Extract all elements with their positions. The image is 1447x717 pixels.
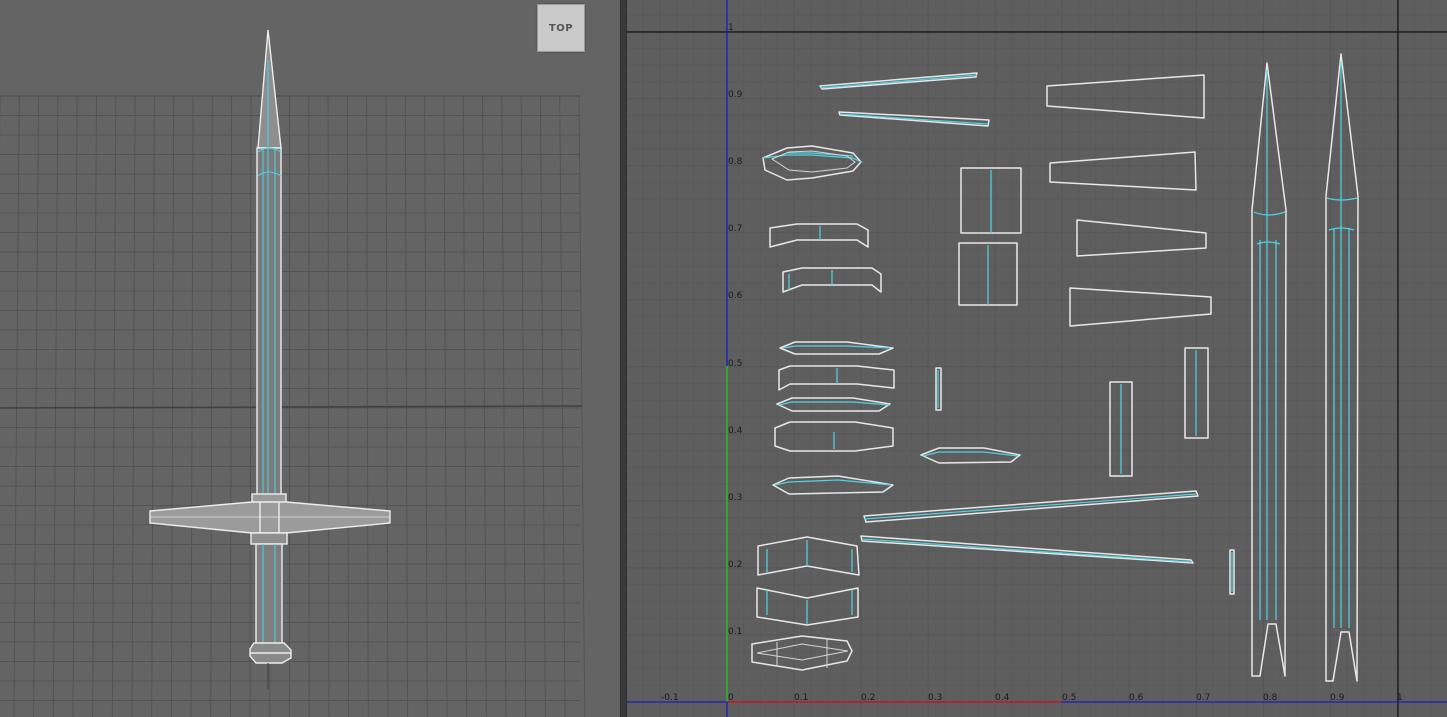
viewport-canvas[interactable]	[0, 0, 620, 717]
grid-line	[33, 95, 40, 717]
grid-line	[210, 95, 213, 717]
uv-shell	[1069, 287, 1212, 327]
v-tick-label: 0.8	[728, 157, 743, 167]
3d-viewport-top[interactable]: TOP	[0, 0, 620, 717]
uv-seam-edges	[762, 62, 1358, 628]
blade	[256, 147, 282, 499]
grid-line	[190, 95, 194, 717]
u-tick-label: -0.1	[661, 693, 679, 703]
uv-shell	[779, 341, 894, 355]
u-tick-label: 0.7	[1196, 693, 1210, 703]
v-tick-label: 0.6	[728, 291, 743, 301]
uv-shell	[1049, 151, 1197, 191]
sword-model[interactable]	[149, 29, 391, 690]
grid-line	[92, 95, 97, 717]
uv-shell	[769, 223, 869, 248]
uv-canvas[interactable]: 1 0.9 0.8 0.7 0.6 0.5 0.4 0.3 0.2 0.1 -0…	[627, 0, 1447, 717]
v-tick-label: 0.1	[728, 627, 742, 637]
u-tick-label: 1	[1397, 693, 1403, 703]
grid-line	[170, 95, 175, 717]
v-tick-label: 0.7	[728, 224, 742, 234]
pane-divider[interactable]	[620, 0, 627, 717]
v-tick-label: 0.2	[728, 560, 742, 570]
perspective-grid	[0, 95, 586, 717]
u-tick-label: 0.8	[1263, 693, 1278, 703]
grid-line	[111, 95, 117, 717]
u-tick-label: 0.5	[1062, 693, 1076, 703]
uv-grid	[627, 0, 1447, 717]
u-tick-label: 0.1	[794, 693, 808, 703]
u-tick-label: 0.2	[861, 693, 875, 703]
uv-shell	[772, 475, 894, 495]
v-tick-label: 0.4	[728, 426, 743, 436]
v-tick-label: 0.9	[728, 90, 743, 100]
guard-collar-bottom	[250, 532, 288, 545]
uv-shell	[1076, 219, 1207, 257]
u-tick-label: 0.9	[1330, 693, 1345, 703]
v-tick-label: 1	[728, 23, 734, 33]
grip	[255, 543, 283, 645]
v-tick-label: 0.3	[728, 493, 742, 503]
grid-line	[151, 95, 155, 717]
u-tick-label: 0.6	[1129, 693, 1144, 703]
grid-line	[131, 95, 136, 717]
uv-editor-panel[interactable]: 1 0.9 0.8 0.7 0.6 0.5 0.4 0.3 0.2 0.1 -0…	[627, 0, 1447, 717]
view-cube-top-button[interactable]: TOP	[537, 4, 585, 52]
grid-line	[72, 95, 78, 717]
u-tick-label: 0.3	[928, 693, 942, 703]
grid-line	[13, 95, 20, 717]
grid-line	[52, 95, 59, 717]
v-tick-label: 0.5	[728, 359, 742, 369]
uv-shell	[1251, 62, 1287, 677]
u-tick-label: 0	[728, 693, 734, 703]
blade-tip	[257, 29, 282, 149]
u-tick-label: 0.4	[995, 693, 1010, 703]
